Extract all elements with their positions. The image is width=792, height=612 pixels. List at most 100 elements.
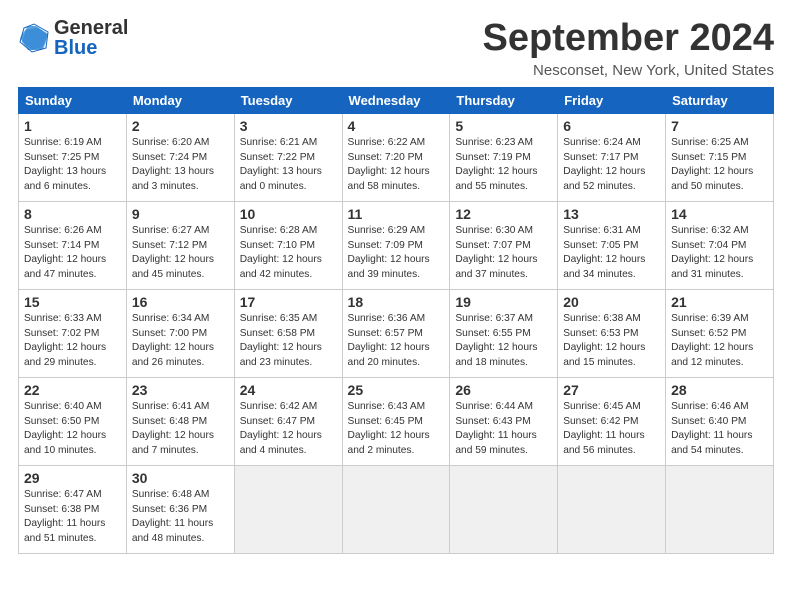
day-number: 17 xyxy=(240,294,337,310)
calendar-cell: 22 Sunrise: 6:40 AM Sunset: 6:50 PM Dayli… xyxy=(19,377,127,465)
day-number: 7 xyxy=(671,118,768,134)
day-number: 15 xyxy=(24,294,121,310)
location-subtitle: Nesconset, New York, United States xyxy=(483,62,775,79)
day-number: 21 xyxy=(671,294,768,310)
calendar-cell: 26 Sunrise: 6:44 AM Sunset: 6:43 PM Dayli… xyxy=(450,377,558,465)
day-number: 28 xyxy=(671,382,768,398)
calendar-cell: 19 Sunrise: 6:37 AM Sunset: 6:55 PM Dayli… xyxy=(450,289,558,377)
day-number: 1 xyxy=(24,118,121,134)
calendar-cell: 17 Sunrise: 6:35 AM Sunset: 6:58 PM Dayli… xyxy=(234,289,342,377)
header-row: Sunday Monday Tuesday Wednesday Thursday… xyxy=(19,87,774,113)
calendar-cell: 5Sunrise: 6:23 AM Sunset: 7:19 PM Daylig… xyxy=(450,113,558,201)
calendar-cell: 30Sunrise: 6:48 AM Sunset: 6:36 PM Dayli… xyxy=(126,465,234,553)
day-info: Sunrise: 6:39 AM Sunset: 6:52 PM Dayligh… xyxy=(671,312,768,371)
day-info: Sunrise: 6:37 AM Sunset: 6:55 PM Dayligh… xyxy=(455,312,552,371)
calendar-cell: 1 Sunrise: 6:19 AM Sunset: 7:25 PM Daylig… xyxy=(19,113,127,201)
calendar-cell: 29 Sunrise: 6:47 AM Sunset: 6:38 PM Dayli… xyxy=(19,465,127,553)
day-number: 25 xyxy=(348,382,445,398)
col-thursday: Thursday xyxy=(450,87,558,113)
calendar-cell xyxy=(666,465,774,553)
day-number: 9 xyxy=(132,206,229,222)
calendar-cell: 12 Sunrise: 6:30 AM Sunset: 7:07 PM Dayli… xyxy=(450,201,558,289)
day-number: 20 xyxy=(563,294,660,310)
calendar-cell xyxy=(450,465,558,553)
day-number: 19 xyxy=(455,294,552,310)
calendar-cell: 10 Sunrise: 6:28 AM Sunset: 7:10 PM Dayli… xyxy=(234,201,342,289)
day-info: Sunrise: 6:48 AM Sunset: 6:36 PM Dayligh… xyxy=(132,488,229,547)
col-monday: Monday xyxy=(126,87,234,113)
calendar-week-5: 29 Sunrise: 6:47 AM Sunset: 6:38 PM Dayli… xyxy=(19,465,774,553)
calendar-cell: 7 Sunrise: 6:25 AM Sunset: 7:15 PM Daylig… xyxy=(666,113,774,201)
day-info: Sunrise: 6:31 AM Sunset: 7:05 PM Dayligh… xyxy=(563,224,660,283)
day-info: Sunrise: 6:24 AM Sunset: 7:17 PM Dayligh… xyxy=(563,136,660,195)
calendar-cell: 18 Sunrise: 6:36 AM Sunset: 6:57 PM Dayli… xyxy=(342,289,450,377)
day-info: Sunrise: 6:21 AM Sunset: 7:22 PM Dayligh… xyxy=(240,136,337,195)
day-info: Sunrise: 6:35 AM Sunset: 6:58 PM Dayligh… xyxy=(240,312,337,371)
calendar-cell: 25 Sunrise: 6:43 AM Sunset: 6:45 PM Dayli… xyxy=(342,377,450,465)
col-tuesday: Tuesday xyxy=(234,87,342,113)
day-number: 12 xyxy=(455,206,552,222)
day-number: 18 xyxy=(348,294,445,310)
day-info: Sunrise: 6:47 AM Sunset: 6:38 PM Dayligh… xyxy=(24,488,121,547)
col-friday: Friday xyxy=(558,87,666,113)
calendar-cell xyxy=(342,465,450,553)
calendar-cell: 15 Sunrise: 6:33 AM Sunset: 7:02 PM Dayli… xyxy=(19,289,127,377)
day-info: Sunrise: 6:19 AM Sunset: 7:25 PM Dayligh… xyxy=(24,136,121,195)
day-number: 5 xyxy=(455,118,552,134)
calendar-table: Sunday Monday Tuesday Wednesday Thursday… xyxy=(18,87,774,554)
day-info: Sunrise: 6:28 AM Sunset: 7:10 PM Dayligh… xyxy=(240,224,337,283)
col-saturday: Saturday xyxy=(666,87,774,113)
calendar-cell: 6 Sunrise: 6:24 AM Sunset: 7:17 PM Daylig… xyxy=(558,113,666,201)
page-container: General Blue September 2024 Nesconset, N… xyxy=(0,0,792,564)
calendar-cell: 21 Sunrise: 6:39 AM Sunset: 6:52 PM Dayli… xyxy=(666,289,774,377)
day-number: 14 xyxy=(671,206,768,222)
day-number: 27 xyxy=(563,382,660,398)
calendar-cell xyxy=(558,465,666,553)
logo-icon xyxy=(18,22,50,54)
day-info: Sunrise: 6:34 AM Sunset: 7:00 PM Dayligh… xyxy=(132,312,229,371)
day-number: 29 xyxy=(24,470,121,486)
calendar-cell: 24 Sunrise: 6:42 AM Sunset: 6:47 PM Dayli… xyxy=(234,377,342,465)
calendar-week-4: 22 Sunrise: 6:40 AM Sunset: 6:50 PM Dayli… xyxy=(19,377,774,465)
calendar-cell: 4 Sunrise: 6:22 AM Sunset: 7:20 PM Daylig… xyxy=(342,113,450,201)
day-info: Sunrise: 6:25 AM Sunset: 7:15 PM Dayligh… xyxy=(671,136,768,195)
calendar-cell xyxy=(234,465,342,553)
day-number: 6 xyxy=(563,118,660,134)
day-number: 24 xyxy=(240,382,337,398)
calendar-cell: 14Sunrise: 6:32 AM Sunset: 7:04 PM Dayli… xyxy=(666,201,774,289)
calendar-cell: 3Sunrise: 6:21 AM Sunset: 7:22 PM Daylig… xyxy=(234,113,342,201)
day-info: Sunrise: 6:27 AM Sunset: 7:12 PM Dayligh… xyxy=(132,224,229,283)
day-info: Sunrise: 6:44 AM Sunset: 6:43 PM Dayligh… xyxy=(455,400,552,459)
day-number: 10 xyxy=(240,206,337,222)
calendar-week-1: 1 Sunrise: 6:19 AM Sunset: 7:25 PM Daylig… xyxy=(19,113,774,201)
calendar-cell: 2Sunrise: 6:20 AM Sunset: 7:24 PM Daylig… xyxy=(126,113,234,201)
day-info: Sunrise: 6:22 AM Sunset: 7:20 PM Dayligh… xyxy=(348,136,445,195)
month-title: September 2024 xyxy=(483,18,775,60)
calendar-cell: 11Sunrise: 6:29 AM Sunset: 7:09 PM Dayli… xyxy=(342,201,450,289)
day-number: 16 xyxy=(132,294,229,310)
day-number: 26 xyxy=(455,382,552,398)
calendar-cell: 16 Sunrise: 6:34 AM Sunset: 7:00 PM Dayli… xyxy=(126,289,234,377)
day-info: Sunrise: 6:38 AM Sunset: 6:53 PM Dayligh… xyxy=(563,312,660,371)
day-number: 23 xyxy=(132,382,229,398)
day-number: 22 xyxy=(24,382,121,398)
logo: General Blue xyxy=(18,18,128,58)
calendar-cell: 27Sunrise: 6:45 AM Sunset: 6:42 PM Dayli… xyxy=(558,377,666,465)
day-info: Sunrise: 6:33 AM Sunset: 7:02 PM Dayligh… xyxy=(24,312,121,371)
day-info: Sunrise: 6:41 AM Sunset: 6:48 PM Dayligh… xyxy=(132,400,229,459)
day-info: Sunrise: 6:43 AM Sunset: 6:45 PM Dayligh… xyxy=(348,400,445,459)
day-number: 2 xyxy=(132,118,229,134)
calendar-week-2: 8Sunrise: 6:26 AM Sunset: 7:14 PM Daylig… xyxy=(19,201,774,289)
day-number: 13 xyxy=(563,206,660,222)
day-info: Sunrise: 6:36 AM Sunset: 6:57 PM Dayligh… xyxy=(348,312,445,371)
col-sunday: Sunday xyxy=(19,87,127,113)
day-info: Sunrise: 6:40 AM Sunset: 6:50 PM Dayligh… xyxy=(24,400,121,459)
calendar-cell: 8Sunrise: 6:26 AM Sunset: 7:14 PM Daylig… xyxy=(19,201,127,289)
calendar-cell: 20 Sunrise: 6:38 AM Sunset: 6:53 PM Dayli… xyxy=(558,289,666,377)
day-number: 4 xyxy=(348,118,445,134)
day-info: Sunrise: 6:30 AM Sunset: 7:07 PM Dayligh… xyxy=(455,224,552,283)
calendar-cell: 28Sunrise: 6:46 AM Sunset: 6:40 PM Dayli… xyxy=(666,377,774,465)
day-info: Sunrise: 6:42 AM Sunset: 6:47 PM Dayligh… xyxy=(240,400,337,459)
logo-blue: Blue xyxy=(54,38,97,58)
title-area: September 2024 Nesconset, New York, Unit… xyxy=(483,18,775,79)
